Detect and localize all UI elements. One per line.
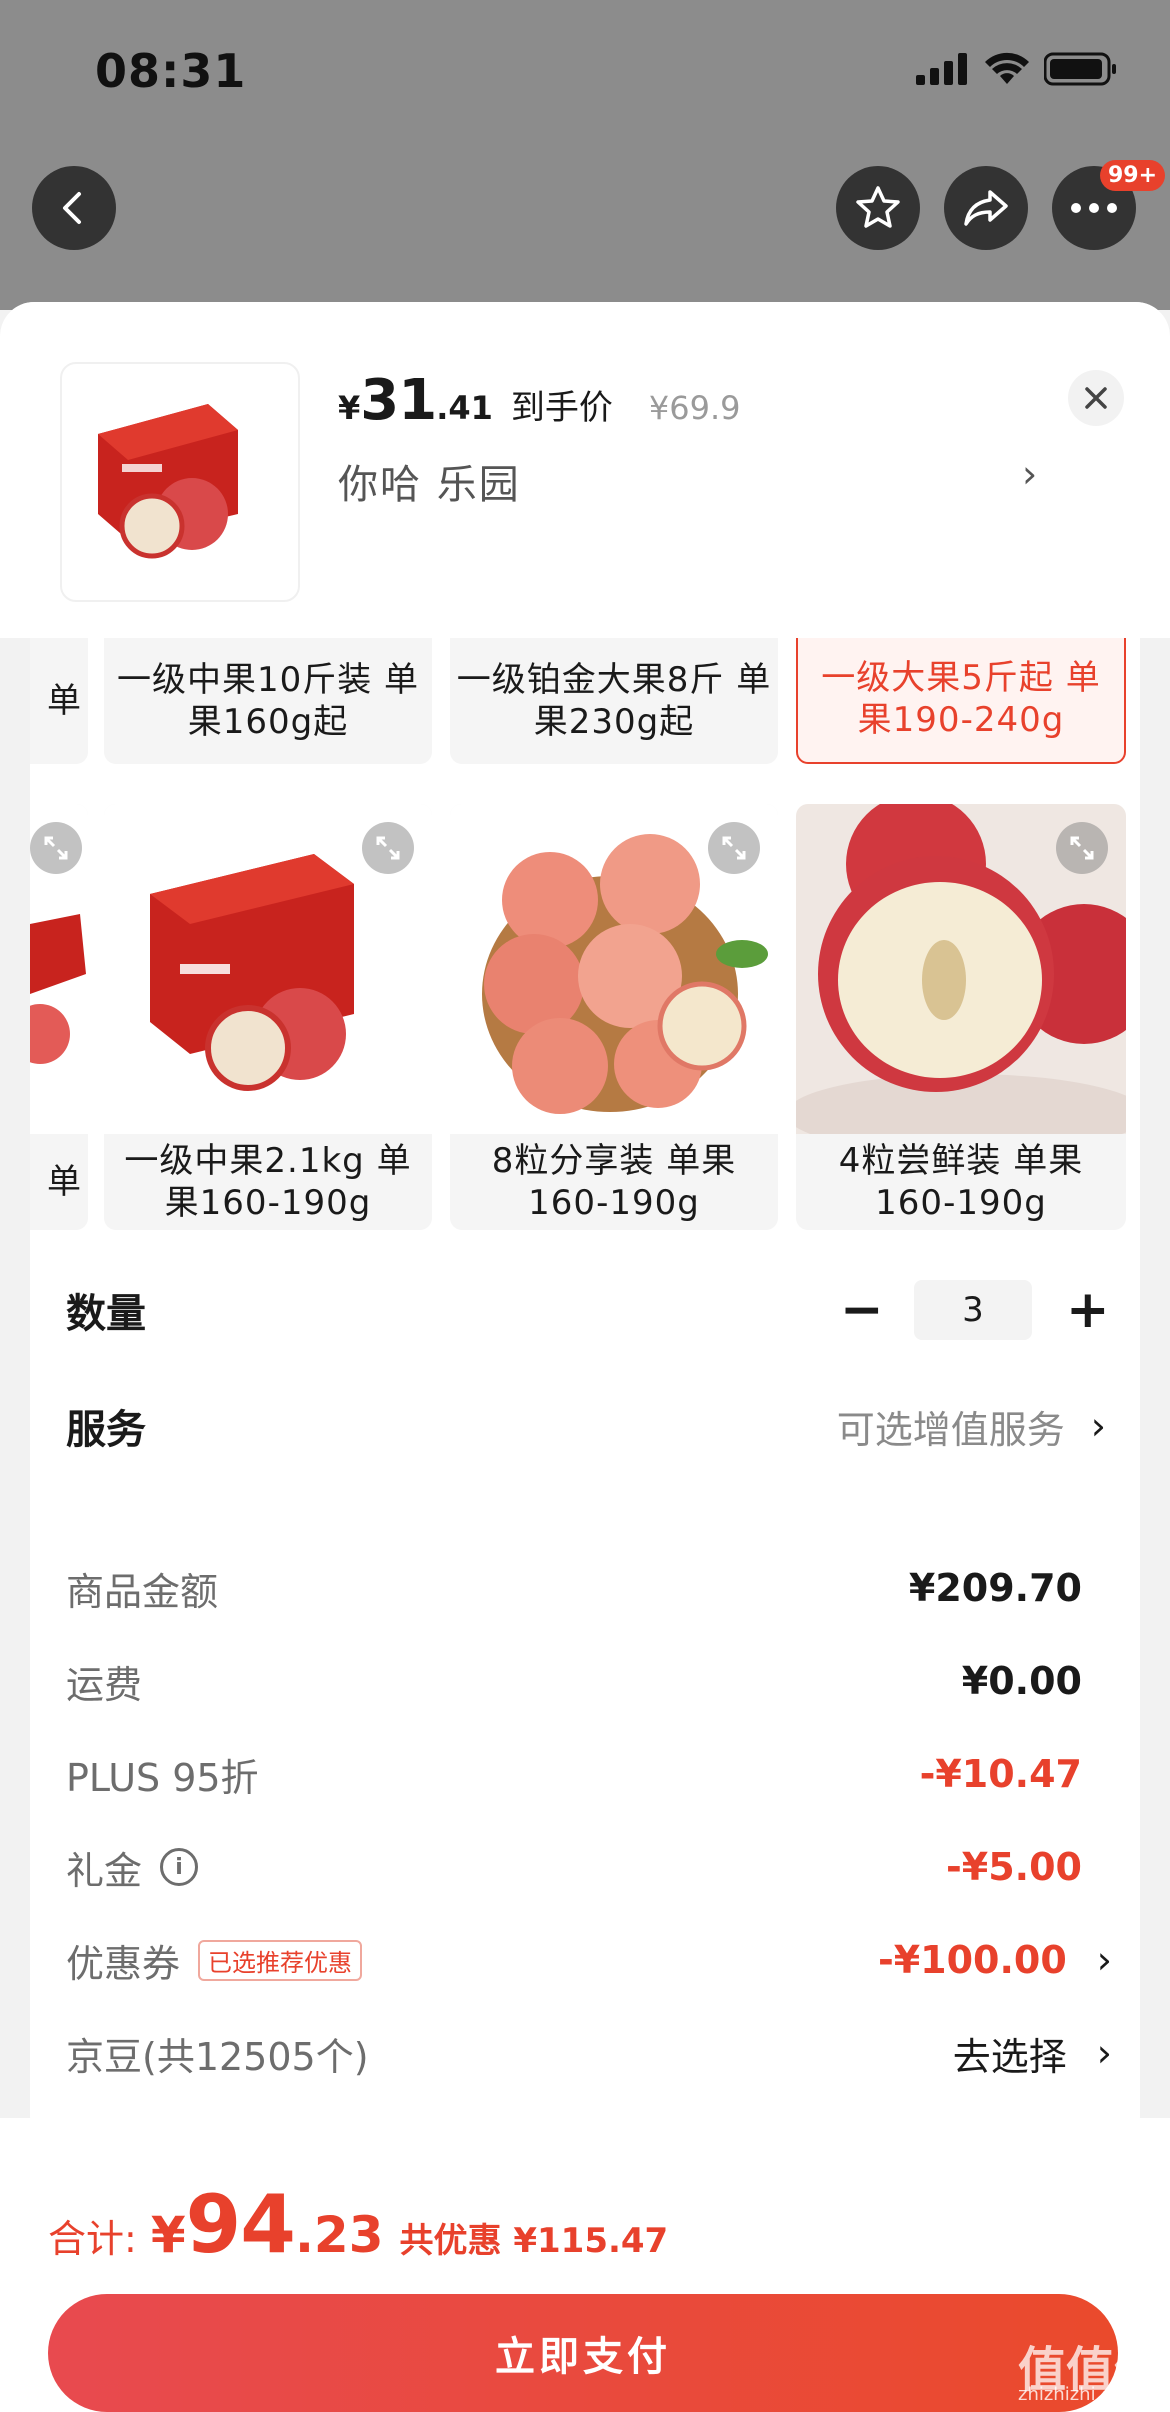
summary-value: ¥0.00 — [961, 1659, 1082, 1703]
original-price: ¥69.9 — [648, 389, 741, 427]
summary-value: ¥209.70 — [908, 1566, 1082, 1610]
zoom-button[interactable] — [30, 822, 82, 874]
status-bar: 08:31 — [0, 0, 1170, 140]
summary-value: -¥10.47 — [919, 1752, 1082, 1796]
share-icon — [964, 190, 1008, 226]
close-button[interactable] — [1068, 370, 1124, 426]
option-label: 一级铂金大果8斤 单果230g起 — [456, 660, 772, 742]
minus-button[interactable]: − — [840, 1284, 884, 1336]
summary-row-coupon[interactable]: 优惠券 已选推荐优惠 -¥100.00 › — [66, 1930, 1112, 1990]
summary-label: 商品金额 — [66, 1569, 219, 1614]
more-icon — [1071, 203, 1117, 213]
zoom-button[interactable] — [362, 822, 414, 874]
summary-row-beans[interactable]: 京豆(共12505个) 去选择 › — [66, 2023, 1112, 2083]
price-currency: ¥ — [338, 389, 361, 427]
zoom-button[interactable] — [708, 822, 760, 874]
selected-variant[interactable]: 你哈 乐园 — [338, 452, 521, 510]
zoom-button[interactable] — [1056, 822, 1108, 874]
total-decimal: .23 — [294, 2206, 384, 2264]
pay-now-button[interactable]: 立即支付 — [48, 2294, 1118, 2412]
plus-button[interactable]: + — [1066, 1284, 1110, 1336]
product-image — [98, 404, 238, 559]
summary-label: 优惠券 — [66, 1941, 181, 1986]
service-value: 可选增值服务 — [836, 1407, 1065, 1452]
chevron-right-icon: › — [1096, 1938, 1112, 1982]
sheet-header: ¥ 31 .41 到手价 ¥69.9 你哈 乐园 › — [0, 302, 1170, 638]
option-card-selected[interactable]: 一级大果5斤起 单果190-240g — [796, 638, 1126, 764]
total-label: 合计: — [48, 2217, 137, 2261]
quantity-stepper: − 3 + — [840, 1280, 1110, 1340]
share-button[interactable] — [944, 166, 1028, 250]
chevron-right-icon: › — [1090, 1404, 1106, 1448]
price-decimal: .41 — [436, 389, 493, 427]
status-icons — [916, 52, 1118, 86]
total-line: 合计: ¥ 94 .23 共优惠 ¥115.47 — [48, 2178, 668, 2271]
product-thumbnail[interactable] — [60, 362, 300, 602]
back-button[interactable] — [32, 166, 116, 250]
option-label: 单 — [47, 1162, 82, 1202]
close-icon — [1085, 387, 1107, 409]
purchase-sheet: ¥ 31 .41 到手价 ¥69.9 你哈 乐园 › 单 一级中果10斤装 单果… — [0, 302, 1170, 2412]
notification-badge: 99+ — [1100, 160, 1166, 191]
price-label: 到手价 — [510, 388, 613, 428]
summary-value: -¥5.00 — [946, 1845, 1082, 1889]
variant-chevron-icon[interactable]: › — [1022, 452, 1037, 496]
option-label: 一级大果5斤起 单果190-240g — [821, 658, 1101, 740]
summary-value: -¥100.00 — [877, 1938, 1067, 1982]
total-integer: 94 — [185, 2178, 296, 2271]
option-label: 4粒尝鲜装 单果160-190g — [838, 1141, 1084, 1223]
expand-icon — [44, 836, 68, 860]
expand-icon — [722, 836, 746, 860]
option-card[interactable]: 一级中果10斤装 单果160g起 — [104, 638, 432, 764]
price-integer: 31 — [360, 368, 437, 433]
coupon-tag: 已选推荐优惠 — [198, 1939, 363, 1981]
option-card[interactable]: 单 — [30, 638, 88, 764]
option-label: 单 — [47, 681, 82, 721]
option-card[interactable]: 一级中果2.1kg 单果160-190g — [104, 804, 432, 1230]
quantity-input[interactable]: 3 — [914, 1280, 1032, 1340]
summary-row-subtotal: 商品金额 ¥209.70 — [66, 1558, 1082, 1618]
option-card[interactable]: 4粒尝鲜装 单果160-190g — [796, 804, 1126, 1230]
chevron-right-icon: › — [1096, 2031, 1112, 2075]
price-line: ¥ 31 .41 到手价 ¥69.9 — [338, 368, 741, 433]
summary-row-plus-discount: PLUS 95折 -¥10.47 — [66, 1744, 1082, 1804]
total-savings: 共优惠 ¥115.47 — [399, 2221, 669, 2261]
option-card[interactable]: 单 — [30, 804, 88, 1230]
service-label: 服务 — [66, 1407, 146, 1453]
option-label: 一级中果2.1kg 单果160-190g — [124, 1141, 412, 1223]
summary-label: PLUS 95折 — [66, 1755, 259, 1800]
checkout-footer: 合计: ¥ 94 .23 共优惠 ¥115.47 立即支付 — [0, 2118, 1170, 2412]
watermark-url: zhizhizhi.com — [1018, 2384, 1140, 2405]
summary-label: 京豆(共12505个) — [66, 2034, 369, 2079]
star-icon — [856, 186, 900, 228]
summary-row-shipping: 运费 ¥0.00 — [66, 1651, 1082, 1711]
service-row[interactable]: 服务 可选增值服务 › — [66, 1386, 1106, 1466]
quantity-row: 数量 − 3 + — [66, 1270, 1110, 1350]
wifi-icon — [985, 52, 1029, 84]
total-currency: ¥ — [150, 2206, 186, 2264]
option-card[interactable]: 8粒分享装 单果160-190g — [450, 804, 778, 1230]
option-card[interactable]: 一级铂金大果8斤 单果230g起 — [450, 638, 778, 764]
status-time: 08:31 — [95, 44, 247, 98]
expand-icon — [1070, 836, 1094, 860]
chevron-left-icon — [63, 192, 81, 224]
signal-icon — [916, 53, 967, 85]
favorite-button[interactable] — [836, 166, 920, 250]
summary-label: 运费 — [66, 1662, 143, 1707]
summary-row-gift: 礼金 i -¥5.00 — [66, 1837, 1082, 1897]
option-label: 8粒分享装 单果160-190g — [491, 1141, 737, 1223]
info-icon[interactable]: i — [160, 1848, 199, 1886]
price-summary: 商品金额 ¥209.70 运费 ¥0.00 PLUS 95折 -¥10.47 礼… — [30, 1524, 1140, 2144]
option-label: 一级中果10斤装 单果160g起 — [116, 660, 420, 742]
battery-icon — [1044, 52, 1116, 86]
expand-icon — [376, 836, 400, 860]
quantity-label: 数量 — [66, 1291, 146, 1337]
summary-value: 去选择 — [952, 2034, 1067, 2079]
summary-label: 礼金 — [66, 1848, 143, 1893]
